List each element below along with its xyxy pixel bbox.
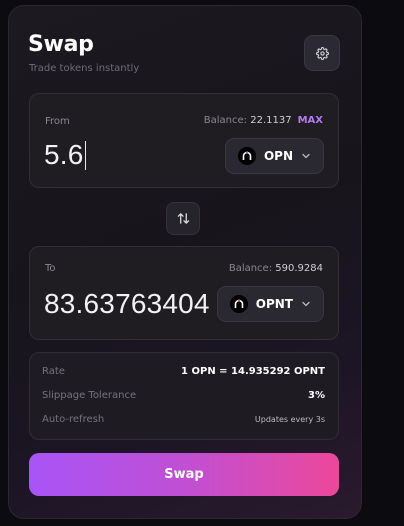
to-amount-output: 83.63763404 [44, 288, 210, 319]
from-balance-label: Balance: [203, 115, 248, 126]
to-panel: To Balance: 590.9284 83.63763404 OPNT [29, 246, 339, 340]
rate-value: 1 OPN = 14.935292 OPNT [181, 366, 325, 377]
swap-details: Rate 1 OPN = 14.935292 OPNT Slippage Tol… [29, 352, 339, 440]
swap-arrows-icon [177, 213, 189, 224]
refresh-value: Updates every 3s [254, 415, 325, 424]
max-button[interactable]: MAX [298, 115, 323, 126]
to-label: To [45, 263, 56, 274]
chevron-down-icon [302, 301, 310, 307]
refresh-label: Auto-refresh [42, 414, 105, 425]
page-subtitle: Trade tokens instantly [29, 63, 140, 74]
to-balance-value: 590.9284 [275, 263, 323, 274]
settings-button[interactable] [304, 35, 340, 71]
to-token-name: OPNT [255, 297, 293, 311]
text-caret [84, 141, 86, 170]
page-title: Swap [28, 32, 94, 57]
from-balance: Balance: 22.1137 MAX [204, 115, 323, 126]
to-token-select[interactable]: OPNT [216, 286, 324, 322]
swap-card: Swap Trade tokens instantly From Balance… [8, 5, 362, 519]
token-logo-icon [237, 147, 256, 165]
chevron-down-icon [302, 153, 310, 159]
from-balance-value: 22.1137 [250, 115, 292, 126]
to-balance-label: Balance: [228, 263, 273, 274]
gear-icon [315, 46, 329, 60]
token-logo-icon [229, 295, 248, 313]
from-amount-value: 5.6 [44, 139, 84, 170]
refresh-row: Auto-refresh Updates every 3s [42, 414, 325, 425]
from-token-select[interactable]: OPN [224, 138, 324, 174]
swap-direction-button[interactable] [166, 202, 200, 235]
to-balance: Balance: 590.9284 [229, 263, 323, 274]
rate-row: Rate 1 OPN = 14.935292 OPNT [42, 366, 325, 377]
swap-button[interactable]: Swap [29, 453, 339, 496]
from-token-name: OPN [263, 149, 293, 163]
slippage-value: 3% [308, 390, 325, 401]
from-amount-input[interactable]: 5.6 [44, 139, 86, 171]
rate-label: Rate [42, 366, 65, 377]
slippage-label: Slippage Tolerance [42, 390, 137, 401]
from-panel: From Balance: 22.1137 MAX 5.6 OPN [29, 93, 339, 188]
from-label: From [45, 116, 70, 127]
slippage-row: Slippage Tolerance 3% [42, 390, 325, 401]
